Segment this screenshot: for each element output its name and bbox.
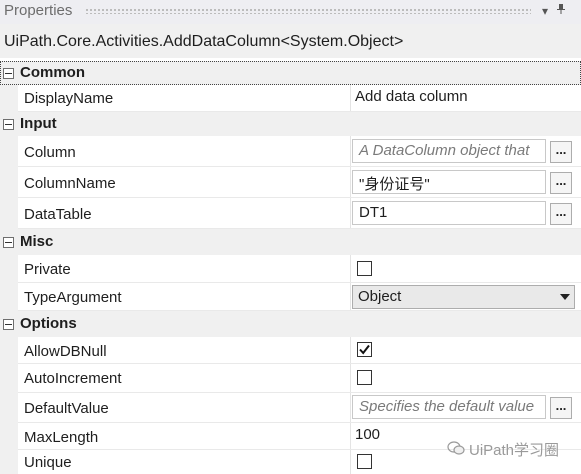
property-name: DataTable <box>24 206 92 223</box>
row-gutter <box>0 450 18 474</box>
property-row-allowdbnull[interactable]: AllowDBNull <box>0 337 581 364</box>
category-label: Misc <box>20 233 54 250</box>
watermark-text: UiPath学习圈 <box>469 442 560 459</box>
category-options[interactable]: Options <box>0 311 581 337</box>
displayname-value[interactable]: Add data column <box>355 88 468 105</box>
unique-checkbox[interactable] <box>357 454 372 469</box>
row-gutter <box>0 364 18 393</box>
column-divider[interactable] <box>350 423 351 450</box>
autoincrement-checkbox[interactable] <box>357 370 372 385</box>
category-label: Options <box>20 315 77 332</box>
category-input[interactable]: Input <box>0 112 581 136</box>
row-gutter <box>0 337 18 364</box>
column-divider[interactable] <box>350 167 351 198</box>
column-divider[interactable] <box>350 255 351 283</box>
chevron-down-icon[interactable]: ▾ <box>537 3 553 19</box>
row-gutter <box>0 136 18 167</box>
row-gutter <box>0 283 18 311</box>
wechat-icon <box>447 441 465 459</box>
properties-titlebar: Properties ▾ <box>0 0 581 25</box>
row-gutter <box>0 423 18 450</box>
watermark: UiPath学习圈 <box>447 439 559 460</box>
columnname-ellipsis-button[interactable]: ... <box>550 172 572 194</box>
column-divider[interactable] <box>350 85 351 112</box>
column-divider[interactable] <box>350 198 351 229</box>
property-name: Private <box>24 261 71 278</box>
checkmark-icon <box>359 344 370 355</box>
property-name: DefaultValue <box>24 400 109 417</box>
property-name: AutoIncrement <box>24 370 122 387</box>
titlebar-grip[interactable] <box>85 8 531 14</box>
property-row-private[interactable]: Private <box>0 255 581 283</box>
column-divider[interactable] <box>350 283 351 311</box>
category-label: Input <box>20 115 57 132</box>
property-name: Column <box>24 144 76 161</box>
allowdbnull-checkbox[interactable] <box>357 342 372 357</box>
property-grid: Common DisplayName Add data column Input… <box>0 58 581 474</box>
property-name: AllowDBNull <box>24 343 107 360</box>
datatable-ellipsis-button[interactable]: ... <box>550 203 572 225</box>
column-divider[interactable] <box>350 364 351 393</box>
columnname-input[interactable]: "身份证号" <box>352 170 546 194</box>
property-name: ColumnName <box>24 175 116 192</box>
column-divider[interactable] <box>350 393 351 423</box>
column-divider[interactable] <box>350 337 351 364</box>
datatable-input[interactable]: DT1 <box>352 201 546 225</box>
category-label: Common <box>20 64 85 81</box>
column-divider[interactable] <box>350 136 351 167</box>
maxlength-value[interactable]: 100 <box>355 426 380 443</box>
property-row-displayname[interactable]: DisplayName Add data column <box>0 85 581 112</box>
property-name: DisplayName <box>24 90 114 107</box>
collapse-icon[interactable] <box>3 119 14 130</box>
property-name: Unique <box>24 454 72 471</box>
collapse-icon[interactable] <box>3 319 14 330</box>
property-row-columnname[interactable]: ColumnName "身份证号" ... <box>0 167 581 198</box>
private-checkbox[interactable] <box>357 261 372 276</box>
typeargument-select[interactable]: Object <box>352 285 575 309</box>
row-gutter <box>0 167 18 198</box>
panel-title: Properties <box>4 2 73 19</box>
category-misc[interactable]: Misc <box>0 229 581 255</box>
column-input[interactable]: A DataColumn object that <box>352 139 546 163</box>
property-row-datatable[interactable]: DataTable DT1 ... <box>0 198 581 229</box>
property-row-column[interactable]: Column A DataColumn object that ... <box>0 136 581 167</box>
class-name-text: UiPath.Core.Activities.AddDataColumn<Sys… <box>4 33 404 50</box>
property-name: MaxLength <box>24 429 99 446</box>
pin-icon[interactable] <box>553 3 569 19</box>
row-gutter <box>0 393 18 423</box>
typeargument-selected-value: Object <box>358 288 402 305</box>
property-name: TypeArgument <box>24 289 122 306</box>
defaultvalue-ellipsis-button[interactable]: ... <box>550 397 572 419</box>
property-row-autoincrement[interactable]: AutoIncrement <box>0 364 581 393</box>
defaultvalue-input[interactable]: Specifies the default value <box>352 395 546 419</box>
row-gutter <box>0 255 18 283</box>
column-ellipsis-button[interactable]: ... <box>550 141 572 163</box>
collapse-icon[interactable] <box>3 237 14 248</box>
row-gutter <box>0 198 18 229</box>
property-row-defaultvalue[interactable]: DefaultValue Specifies the default value… <box>0 393 581 423</box>
row-gutter <box>0 85 18 112</box>
collapse-icon[interactable] <box>3 68 14 79</box>
activity-type-name: UiPath.Core.Activities.AddDataColumn<Sys… <box>0 24 581 58</box>
dropdown-arrow-icon[interactable] <box>560 294 570 300</box>
column-divider[interactable] <box>350 450 351 474</box>
category-common[interactable]: Common <box>0 61 581 85</box>
property-row-typeargument[interactable]: TypeArgument Object <box>0 283 581 311</box>
